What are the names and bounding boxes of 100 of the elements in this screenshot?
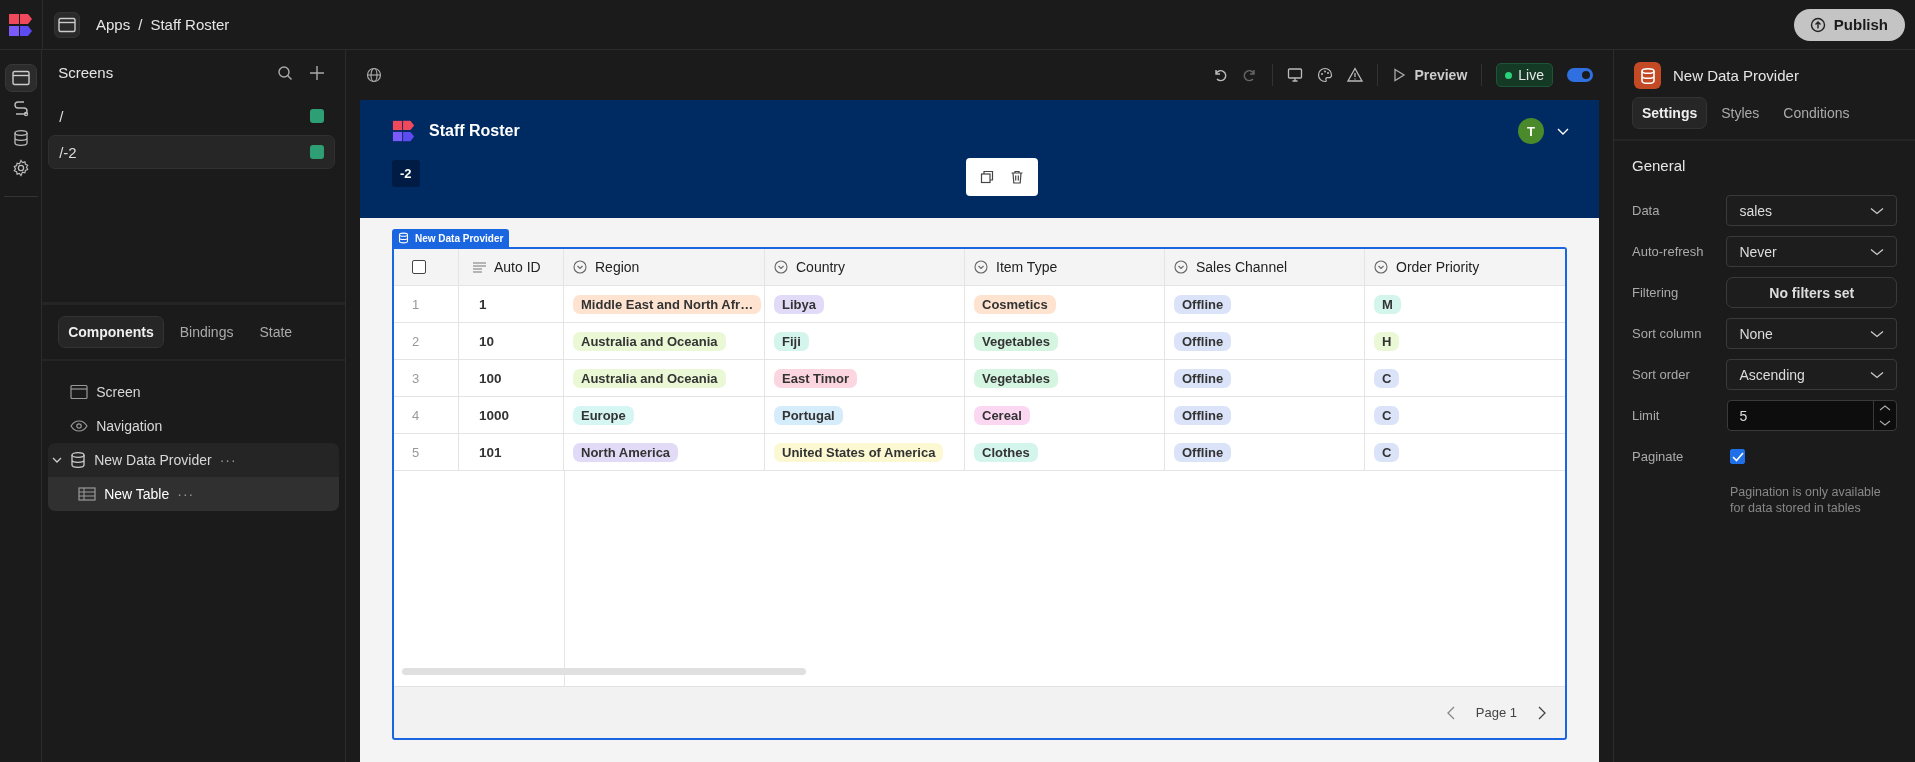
- more-options-icon[interactable]: ···: [177, 486, 195, 502]
- table-icon: [78, 487, 97, 501]
- component-label: New Data Provider: [392, 229, 510, 247]
- upload-icon: [1809, 16, 1826, 33]
- table-cell: 10: [479, 333, 495, 349]
- option-tag: Cereal: [974, 405, 1030, 425]
- column-header[interactable]: Order Priority: [1396, 259, 1480, 275]
- option-tag: C: [1374, 442, 1400, 462]
- dropdown-field[interactable]: Ascending: [1726, 359, 1897, 390]
- screen-toggle-button[interactable]: [54, 11, 80, 38]
- option-tag: C: [1374, 405, 1400, 425]
- screen-nav-icon[interactable]: [4, 64, 37, 92]
- panel-tab[interactable]: Bindings: [169, 316, 244, 348]
- palette-icon[interactable]: [1317, 67, 1334, 83]
- tree-item[interactable]: New Table: [104, 486, 170, 502]
- screen-icon: [70, 384, 89, 400]
- column-header[interactable]: Auto ID: [494, 259, 541, 275]
- option-tag: Middle East and North Afr…: [573, 294, 762, 314]
- table-cell: 100: [479, 370, 502, 386]
- chevron-down-icon: [1870, 369, 1884, 380]
- chevron-circle-icon: [774, 260, 788, 274]
- option-tag: Offline: [1174, 294, 1232, 314]
- panel-tab[interactable]: State: [249, 316, 303, 348]
- field-label: Paginate: [1632, 449, 1685, 464]
- column-header[interactable]: Country: [796, 259, 846, 275]
- screens-heading: Screens: [58, 64, 115, 81]
- field-label: Sort column: [1632, 326, 1703, 341]
- database-icon: [1634, 62, 1661, 89]
- more-options-icon[interactable]: ···: [219, 452, 237, 468]
- add-icon[interactable]: [309, 64, 325, 81]
- paginate-checkbox[interactable]: [1730, 449, 1745, 464]
- chevron-down-icon: [1870, 205, 1884, 216]
- field-label: Limit: [1632, 408, 1661, 423]
- dropdown-field[interactable]: sales: [1726, 195, 1897, 226]
- horizontal-scrollbar[interactable]: [402, 668, 806, 675]
- eye-icon: [70, 419, 89, 433]
- logo-icon: [8, 11, 34, 38]
- chevron-down-icon: [1870, 246, 1884, 257]
- dropdown-field[interactable]: None: [1726, 318, 1897, 349]
- database-icon: [398, 232, 409, 244]
- option-tag: Offline: [1174, 442, 1232, 462]
- breadcrumb-link[interactable]: Apps: [96, 16, 131, 33]
- column-header[interactable]: Sales Channel: [1196, 259, 1288, 275]
- option-tag: Portugal: [774, 405, 843, 425]
- caret-icon[interactable]: [52, 455, 63, 465]
- previous-page-icon[interactable]: [1445, 705, 1456, 720]
- option-tag: East Timor: [774, 368, 857, 388]
- option-tag: Offline: [1174, 368, 1232, 388]
- user-avatar[interactable]: T: [1518, 118, 1544, 144]
- column-header[interactable]: Item Type: [996, 259, 1058, 275]
- next-page-icon[interactable]: [1537, 705, 1547, 720]
- option-tag: H: [1374, 331, 1400, 351]
- page-indicator: Page 1: [1475, 705, 1517, 720]
- dropdown-field[interactable]: Never: [1726, 236, 1897, 267]
- warning-icon[interactable]: [1347, 67, 1364, 83]
- help-text: Pagination is only available for data stored in tables: [1730, 485, 1882, 517]
- option-tag: M: [1374, 294, 1401, 314]
- duplicate-icon[interactable]: [980, 170, 994, 184]
- option-tag: Europe: [573, 405, 634, 425]
- tree-item[interactable]: New Data Provider: [94, 452, 212, 468]
- filter-button[interactable]: No filters set: [1726, 277, 1897, 308]
- section-heading: General: [1632, 157, 1687, 174]
- select-all-checkbox[interactable]: [412, 260, 426, 274]
- decrement-icon[interactable]: [1879, 418, 1891, 427]
- chevron-circle-icon: [974, 260, 988, 274]
- option-tag: Clothes: [974, 442, 1038, 462]
- inspector-tab[interactable]: Styles: [1711, 97, 1770, 129]
- live-badge: Live: [1496, 63, 1553, 87]
- panel-tab[interactable]: Components: [58, 316, 164, 348]
- option-tag: North America: [573, 442, 679, 462]
- column-header[interactable]: Region: [595, 259, 640, 275]
- globe-icon[interactable]: [366, 67, 382, 83]
- option-tag: Vegetables: [974, 368, 1058, 388]
- increment-icon[interactable]: [1879, 404, 1891, 413]
- tree-item[interactable]: Screen: [96, 384, 141, 400]
- search-icon[interactable]: [277, 64, 293, 81]
- publish-button[interactable]: Publish: [1793, 8, 1905, 41]
- inspector-title: New Data Provider: [1673, 67, 1799, 84]
- data-provider-frame[interactable]: [392, 247, 1567, 740]
- inspector-tab[interactable]: Conditions: [1773, 97, 1860, 129]
- option-tag: Fiji: [774, 331, 809, 351]
- option-tag: Australia and Oceania: [573, 331, 726, 351]
- logo-icon: [392, 119, 416, 143]
- row-number: 3: [412, 370, 420, 386]
- inspector-tab[interactable]: Settings: [1632, 97, 1708, 129]
- delete-icon[interactable]: [1010, 170, 1024, 184]
- field-label: Sort order: [1632, 367, 1691, 382]
- chevron-down-icon: [1870, 328, 1884, 339]
- table-cell: 101: [479, 444, 502, 460]
- desktop-icon[interactable]: [1287, 67, 1304, 83]
- preview-button[interactable]: Preview: [1392, 67, 1468, 83]
- undo-icon[interactable]: [1212, 67, 1229, 83]
- screen-list-item[interactable]: /: [48, 99, 335, 133]
- database-icon: [70, 451, 87, 469]
- number-field[interactable]: 5: [1726, 400, 1897, 431]
- tree-item[interactable]: Navigation: [96, 418, 163, 434]
- option-tag: Offline: [1174, 405, 1232, 425]
- nav-link[interactable]: -2: [392, 160, 420, 187]
- screen-list-item[interactable]: /-2: [48, 135, 335, 169]
- live-toggle[interactable]: [1567, 68, 1593, 82]
